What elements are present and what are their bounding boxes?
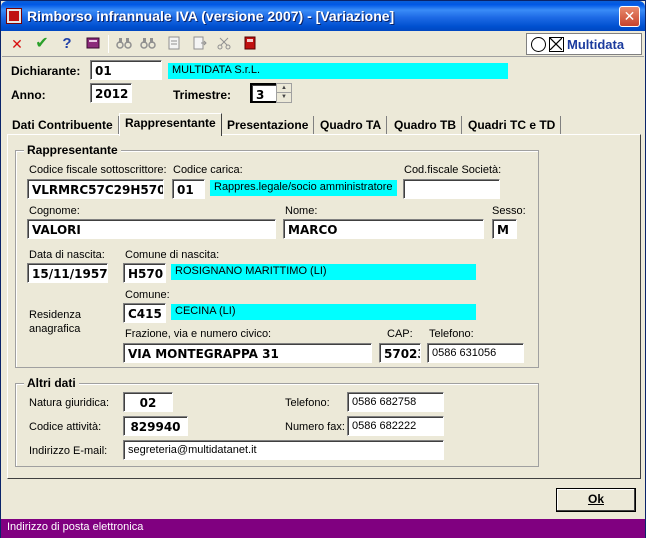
brand-box-icon bbox=[549, 37, 564, 52]
altri-telefono-label: Telefono: bbox=[285, 397, 330, 409]
tab-quadri-tc-td[interactable]: Quadri TC e TD bbox=[463, 116, 562, 135]
fax-field[interactable]: 0586 682222 bbox=[347, 416, 444, 436]
scissors-icon[interactable] bbox=[215, 35, 233, 53]
comune-nascita-code-field[interactable]: H570 bbox=[123, 263, 166, 283]
tab-label: Dati Contribuente bbox=[12, 118, 113, 132]
residenza-label: Residenza anagrafica bbox=[29, 309, 81, 335]
tab-label: Quadri TC e TD bbox=[468, 118, 556, 132]
close-red-x-icon[interactable]: ✕ bbox=[8, 35, 26, 53]
comune-code-field[interactable]: C415 bbox=[123, 303, 166, 323]
cf-label: Codice fiscale sottoscrittore: bbox=[29, 164, 167, 176]
tab-dati-contribuente[interactable]: Dati Contribuente bbox=[7, 116, 119, 135]
carica-code-field[interactable]: 01 bbox=[172, 179, 205, 199]
trimestre-spinner[interactable]: ▲ ▼ bbox=[276, 83, 292, 103]
sesso-field[interactable]: M bbox=[492, 219, 517, 239]
title-bar[interactable]: Rimborso infrannuale IVA (versione 2007)… bbox=[1, 1, 645, 31]
toolbar: ✕ ✔ ? Multidata bbox=[2, 31, 644, 57]
cf-societa-label: Cod.fiscale Società: bbox=[404, 164, 502, 176]
indirizzo-label: Frazione, via e numero civico: bbox=[125, 328, 272, 340]
cf-societa-field[interactable] bbox=[403, 179, 500, 199]
nome-field[interactable]: MARCO bbox=[283, 219, 484, 239]
page-icon[interactable] bbox=[165, 35, 183, 53]
spin-up-icon[interactable]: ▲ bbox=[277, 84, 291, 93]
comune-label: Comune: bbox=[125, 289, 170, 301]
natura-field[interactable]: 02 bbox=[123, 392, 173, 412]
comune-nascita-name: ROSIGNANO MARITTIMO (LI) bbox=[171, 264, 476, 280]
tab-strip: Dati Contribuente Rappresentante Present… bbox=[7, 113, 641, 136]
altri-dati-group-title: Altri dati bbox=[24, 376, 79, 390]
window-title: Rimborso infrannuale IVA (versione 2007)… bbox=[27, 8, 395, 24]
attivita-field[interactable]: 829940 bbox=[123, 416, 188, 436]
ok-button[interactable]: Ok bbox=[556, 488, 636, 512]
tab-presentazione[interactable]: Presentazione bbox=[222, 116, 315, 135]
cf-field[interactable]: VLRMRC57C29H570X bbox=[27, 179, 164, 199]
tab-label: Quadro TA bbox=[320, 118, 382, 132]
attivita-label: Codice attività: bbox=[29, 421, 102, 433]
close-button[interactable]: ✕ bbox=[619, 6, 640, 27]
comune-name: CECINA (LI) bbox=[171, 304, 476, 320]
rappresentante-group-title: Rappresentante bbox=[24, 143, 121, 157]
app-icon bbox=[6, 8, 22, 24]
nome-label: Nome: bbox=[285, 205, 318, 217]
cap-field[interactable]: 57023 bbox=[379, 343, 421, 363]
rapp-telefono-label: Telefono: bbox=[429, 328, 474, 340]
carica-label: Codice carica: bbox=[173, 164, 243, 176]
dichiarante-label: Dichiarante: bbox=[11, 64, 81, 78]
cognome-field[interactable]: VALORI bbox=[27, 219, 276, 239]
anno-label: Anno: bbox=[11, 88, 46, 102]
indirizzo-field[interactable]: VIA MONTEGRAPPA 31 bbox=[123, 343, 372, 363]
main-window: Rimborso infrannuale IVA (versione 2007)… bbox=[0, 0, 646, 538]
natura-label: Natura giuridica: bbox=[29, 397, 110, 409]
email-label: Indirizzo E-mail: bbox=[29, 445, 108, 457]
tab-label: Quadro TB bbox=[394, 118, 456, 132]
fax-label: Numero fax: bbox=[285, 421, 345, 433]
rapp-telefono-field[interactable]: 0586 631056 bbox=[427, 343, 524, 363]
cognome-label: Cognome: bbox=[29, 205, 80, 217]
brand-name: Multidata bbox=[567, 37, 625, 52]
nascita-field[interactable]: 15/11/1957 bbox=[27, 263, 108, 283]
dichiarante-code-field[interactable]: 01 bbox=[90, 60, 162, 80]
help-icon[interactable]: ? bbox=[58, 35, 76, 53]
tab-label: Presentazione bbox=[227, 118, 309, 132]
exit-door-icon[interactable] bbox=[241, 35, 259, 53]
cap-label: CAP: bbox=[387, 328, 413, 340]
tab-quadro-tb[interactable]: Quadro TB bbox=[389, 116, 462, 135]
email-field[interactable]: segreteria@multidatanet.it bbox=[123, 440, 444, 460]
tab-label: Rappresentante bbox=[125, 116, 216, 130]
tab-rappresentante[interactable]: Rappresentante bbox=[119, 113, 222, 136]
binoculars-next-icon[interactable] bbox=[139, 35, 157, 53]
brand-logo: Multidata bbox=[526, 33, 642, 55]
brand-circle-icon bbox=[531, 37, 546, 52]
anno-field[interactable]: 2012 bbox=[90, 83, 132, 103]
dichiarante-name: MULTIDATA S.r.L. bbox=[168, 63, 508, 79]
book-icon[interactable] bbox=[84, 35, 102, 53]
carica-description: Rappres.legale/socio amministratore bbox=[210, 180, 397, 196]
nascita-label: Data di nascita: bbox=[29, 249, 105, 261]
trimestre-field[interactable]: 3 bbox=[250, 83, 278, 103]
check-green-icon[interactable]: ✔ bbox=[33, 35, 51, 53]
sesso-label: Sesso: bbox=[492, 205, 526, 217]
comune-nascita-label: Comune di nascita: bbox=[125, 249, 220, 261]
altri-telefono-field[interactable]: 0586 682758 bbox=[347, 392, 444, 412]
spin-down-icon[interactable]: ▼ bbox=[277, 93, 291, 102]
tab-quadro-ta[interactable]: Quadro TA bbox=[315, 116, 388, 135]
toolbar-separator bbox=[108, 35, 109, 53]
binoculars-icon[interactable] bbox=[115, 35, 133, 53]
status-bar: Indirizzo di posta elettronica bbox=[1, 519, 645, 538]
trimestre-label: Trimestre: bbox=[173, 88, 232, 102]
page-arrow-icon[interactable] bbox=[190, 35, 208, 53]
